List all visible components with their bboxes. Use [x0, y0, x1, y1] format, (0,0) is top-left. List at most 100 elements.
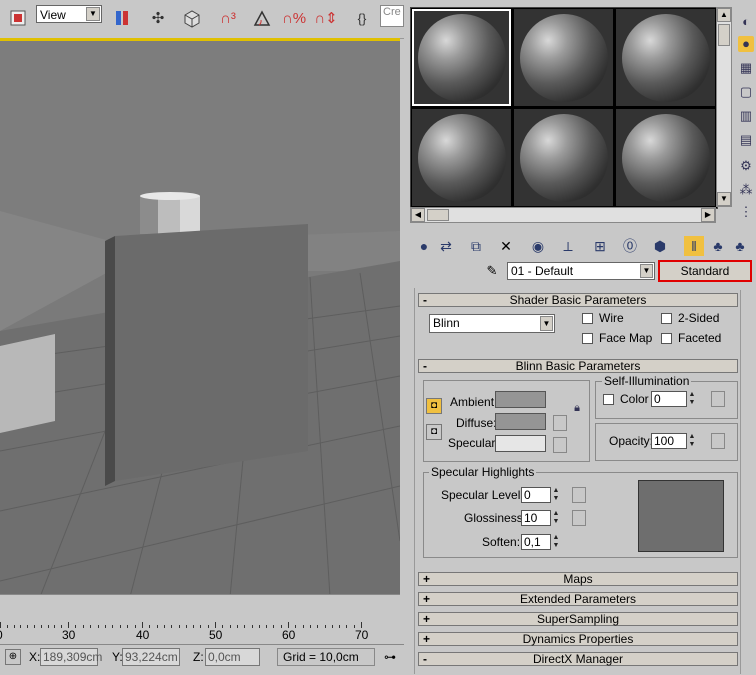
- angle-snap-icon[interactable]: [250, 6, 274, 30]
- material-effects-channel-icon[interactable]: ⓪: [620, 236, 640, 256]
- show-map-in-viewport-icon[interactable]: ⬢: [650, 236, 670, 256]
- video-color-check-icon[interactable]: ▥: [738, 108, 754, 124]
- rollout-shader-basic-parameters[interactable]: - Shader Basic Parameters: [418, 293, 738, 307]
- face-map-checkbox[interactable]: [582, 333, 593, 344]
- scroll-down-icon[interactable]: ▼: [717, 192, 731, 206]
- scroll-up-icon[interactable]: ▲: [717, 8, 731, 22]
- hierarchy-icon[interactable]: [180, 6, 204, 30]
- rollout-title: SuperSampling: [536, 612, 620, 626]
- scroll-thumb[interactable]: [427, 209, 449, 221]
- track-bar[interactable]: [0, 594, 400, 645]
- z-coordinate-field[interactable]: 0,0cm: [205, 648, 260, 666]
- assign-material-icon[interactable]: ⧉: [466, 236, 486, 256]
- spinner-arrows-icon[interactable]: ▲ ▼: [551, 487, 561, 503]
- lock-ambient-diffuse-icon[interactable]: ◘: [426, 398, 442, 414]
- make-preview-icon[interactable]: ▤: [738, 132, 754, 148]
- slots-horizontal-scrollbar[interactable]: ◀ ▶: [410, 207, 716, 223]
- wire-checkbox[interactable]: [582, 313, 593, 324]
- options-icon[interactable]: ⚙: [738, 158, 754, 174]
- go-forward-to-sibling-icon[interactable]: ♣: [730, 236, 750, 256]
- rollout-maps[interactable]: + Maps: [418, 572, 738, 586]
- self-illum-value-field[interactable]: 0: [651, 391, 687, 407]
- specular-map-button[interactable]: [553, 437, 567, 453]
- key-mode-icon[interactable]: ⊶: [384, 650, 398, 664]
- pivot-center-icon[interactable]: [110, 6, 134, 30]
- material-slot-4[interactable]: [412, 109, 511, 206]
- material-type-button[interactable]: Standard: [658, 260, 752, 282]
- put-material-icon[interactable]: ⇄: [436, 236, 456, 256]
- diffuse-map-button[interactable]: [553, 415, 567, 431]
- scroll-thumb[interactable]: [718, 24, 730, 46]
- make-unique-icon[interactable]: ⟂: [558, 236, 578, 256]
- opacity-map-button[interactable]: [711, 433, 725, 449]
- soften-field[interactable]: 0,1: [521, 534, 551, 550]
- backlight-icon[interactable]: ●: [738, 36, 754, 52]
- y-coordinate-field[interactable]: 93,224cm: [122, 648, 180, 666]
- sample-uv-tiling-icon[interactable]: ▢: [738, 84, 754, 100]
- material-slot-2[interactable]: [514, 9, 613, 106]
- spinner-arrows-icon[interactable]: ▲ ▼: [687, 433, 697, 449]
- glossiness-map-button[interactable]: [572, 510, 586, 526]
- panel-scrollbar[interactable]: [740, 290, 755, 674]
- show-end-result-icon[interactable]: ‖: [684, 236, 704, 256]
- x-coordinate-field[interactable]: 189,309cm: [40, 648, 102, 666]
- get-material-icon[interactable]: ●: [414, 236, 434, 256]
- opacity-field[interactable]: 100: [651, 433, 687, 449]
- rollout-blinn-basic-parameters[interactable]: - Blinn Basic Parameters: [418, 359, 738, 373]
- spinner-snap-icon[interactable]: ∩⇕: [314, 6, 338, 30]
- select-object-icon[interactable]: [6, 6, 30, 30]
- ambient-label: Ambient:: [450, 395, 498, 409]
- ambient-color-swatch[interactable]: [495, 391, 546, 408]
- spinner-arrows-icon[interactable]: ▲ ▼: [687, 391, 697, 407]
- faceted-checkbox[interactable]: [661, 333, 672, 344]
- slots-vertical-scrollbar[interactable]: ▲ ▼: [716, 7, 732, 207]
- go-to-parent-icon[interactable]: ♣: [708, 236, 728, 256]
- two-sided-checkbox[interactable]: [661, 313, 672, 324]
- specular-level-field[interactable]: 0: [521, 487, 551, 503]
- scroll-right-icon[interactable]: ▶: [701, 208, 715, 222]
- select-by-material-icon[interactable]: ⁂: [738, 182, 754, 198]
- faceted-label: Faceted: [678, 331, 722, 345]
- put-to-library-icon[interactable]: ⊞: [590, 236, 610, 256]
- shader-type-dropdown[interactable]: Blinn ▼: [429, 314, 555, 333]
- background-checker-icon[interactable]: ▦: [738, 60, 754, 76]
- named-selection-field[interactable]: Cre: [380, 5, 404, 27]
- spinner-arrows-icon[interactable]: ▲ ▼: [551, 534, 561, 550]
- self-illum-color-checkbox[interactable]: [603, 394, 614, 405]
- pick-material-eyedropper-icon[interactable]: ✎: [484, 263, 500, 279]
- lock-diffuse-specular-icon[interactable]: ◘: [426, 424, 442, 440]
- diffuse-color-swatch[interactable]: [495, 413, 546, 430]
- minor-tick-mark: [324, 625, 326, 628]
- snap-3d-icon[interactable]: ∩³: [216, 6, 240, 30]
- material-slot-5[interactable]: [514, 109, 613, 206]
- absolute-mode-transform-icon[interactable]: ⊕: [5, 649, 21, 665]
- rollout-extended-parameters[interactable]: + Extended Parameters: [418, 592, 738, 606]
- material-slot-3[interactable]: [616, 9, 715, 106]
- rollout-directx-manager[interactable]: - DirectX Manager: [418, 652, 738, 666]
- sample-type-icon[interactable]: ◐: [738, 14, 754, 30]
- rollout-supersampling[interactable]: + SuperSampling: [418, 612, 738, 626]
- percent-snap-icon[interactable]: ∩%: [282, 6, 306, 30]
- scroll-left-icon[interactable]: ◀: [411, 208, 425, 222]
- glossiness-field[interactable]: 10: [521, 510, 551, 526]
- minor-tick-mark: [339, 625, 341, 628]
- material-navigator-icon[interactable]: ⋮: [738, 204, 754, 220]
- minor-tick-mark: [40, 625, 42, 628]
- material-slot-1[interactable]: [412, 9, 511, 106]
- minor-tick-mark: [127, 625, 129, 628]
- copy-material-icon[interactable]: ◉: [528, 236, 548, 256]
- glossiness-label: Glossiness:: [464, 511, 527, 525]
- specular-color-swatch[interactable]: [495, 435, 546, 452]
- material-slot-6[interactable]: [616, 109, 715, 206]
- rollout-dynamics-properties[interactable]: + Dynamics Properties: [418, 632, 738, 646]
- specular-level-map-button[interactable]: [572, 487, 586, 503]
- spinner-arrows-icon[interactable]: ▲ ▼: [551, 510, 561, 526]
- perspective-viewport[interactable]: [0, 38, 400, 597]
- reference-coordinate-dropdown[interactable]: View ▼: [36, 5, 102, 23]
- select-and-link-icon[interactable]: ✣: [146, 6, 170, 30]
- lock-icon[interactable]: 🔒︎: [570, 402, 584, 416]
- material-name-field[interactable]: 01 - Default ▼: [507, 262, 655, 280]
- edit-named-selection-icon[interactable]: {}: [350, 6, 374, 30]
- reset-map-icon[interactable]: ✕: [496, 236, 516, 256]
- self-illum-map-button[interactable]: [711, 391, 725, 407]
